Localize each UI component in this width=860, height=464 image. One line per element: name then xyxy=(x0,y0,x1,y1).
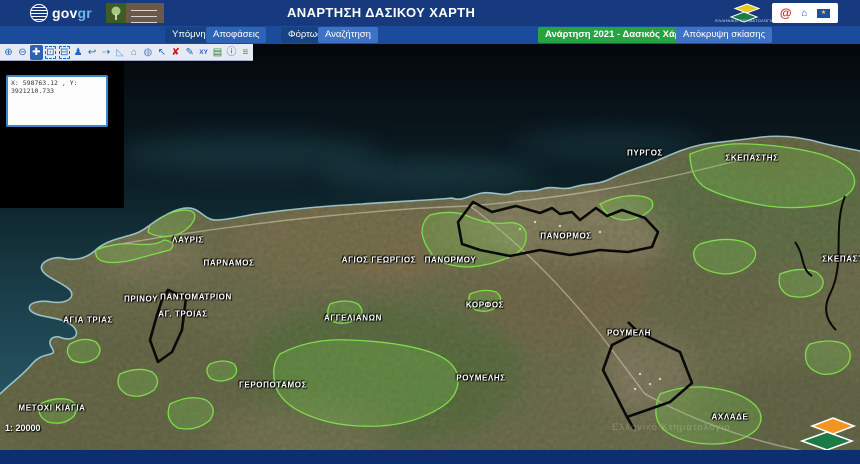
search-button[interactable]: Αναζήτηση xyxy=(318,27,378,43)
map-label: ΑΓΙΟΣ ΓΕΩΡΓΙΟΣ ΠΑΝΟΡΜΟΥ xyxy=(342,256,477,265)
measure-area-icon[interactable]: ◺ xyxy=(114,45,127,60)
greek-emblem-icon xyxy=(30,4,48,22)
tree-icon xyxy=(106,3,126,23)
layers-icon[interactable]: ≡ xyxy=(239,45,252,60)
map-label: ΣΚΕΠΑΣΤΗΣ xyxy=(725,154,778,163)
map-label: ΓΕΡΟΠΟΤΑΜΟΣ xyxy=(239,381,307,390)
zoom-out-icon[interactable]: ⊖ xyxy=(16,45,29,60)
menu-bar: Υπόμνημα Αποφάσεις Φόρτωση Αναζήτηση Ανά… xyxy=(0,26,860,44)
eu-flag-icon: ★ xyxy=(817,9,830,18)
map-label: ΠΥΡΓΟΣ xyxy=(627,149,663,158)
draw-coordinates-icon[interactable]: ✎ xyxy=(183,45,196,60)
xy-coordinates-icon[interactable]: XY xyxy=(197,45,210,60)
info-icon[interactable]: ⓘ xyxy=(225,45,238,60)
pan-icon[interactable]: ✚ xyxy=(30,45,43,60)
identify-icon[interactable]: ♟ xyxy=(72,45,85,60)
bottom-status-bar xyxy=(0,450,860,464)
at-sign-logo-icon: @ xyxy=(780,6,792,20)
map-label: ΡΟΥΜΕΛΗ xyxy=(607,329,651,338)
map-toolbar: ⊕⊖✚⊡⊟♟↩⇢◺⌂◍↖✘✎XY▤ⓘ≡ xyxy=(0,44,253,61)
map-label: ΑΧΛΑΔΕ xyxy=(712,413,749,422)
cursor-coordinates: X: 598763.12 , Y: 3921210.733 xyxy=(8,77,106,97)
coordinates-panel[interactable]: X: 598763.12 , Y: 3921210.733 xyxy=(6,75,108,127)
cadastre-logo xyxy=(800,416,858,450)
map-label: ΠΑΡΝΑΜΟΣ xyxy=(204,259,255,268)
zoom-window-in-icon[interactable]: ⊡ xyxy=(44,45,57,60)
ministry-text-block xyxy=(126,3,164,23)
map-watermark: Ελληνικό Κτηματολόγιο xyxy=(612,422,731,433)
forest-map-app: ΠΥΡΓΟΣ ΣΚΕΠΑΣΤΗΣ ΠΑΝΟΡΜΟΣ ΛΑΥΡΙΣ ΠΑΡΝΑΜΟΣ ΑΓΙ… xyxy=(0,0,860,464)
map-label: ΠΑΝΟΡΜΟΣ xyxy=(540,232,591,241)
map-label: ΜΕΤΟΧΙ ΚΙΑΓΙΑ xyxy=(18,404,85,413)
forestry-ministry-logo xyxy=(106,3,164,23)
hide-shading-button[interactable]: Απόκρυψη σκίασης xyxy=(676,27,772,43)
map-label: ΣΚΕΠΑΣΤΗ xyxy=(822,255,860,264)
delete-selection-icon[interactable]: ✘ xyxy=(169,45,182,60)
buffer-polygon-icon[interactable]: ◍ xyxy=(141,45,154,60)
scale-indicator: 1: 20000 xyxy=(5,423,41,433)
map-label: ΠΡΙΝΟΥ xyxy=(124,295,158,304)
map-canvas[interactable] xyxy=(0,44,860,450)
map-label: ΚΟΡΦΟΣ xyxy=(466,301,504,310)
app-header: govgr ΑΝΑΡΤΗΣΗ ΔΑΣΙΚΟΥ ΧΑΡΤΗ ΕΛΛΗΝΙΚΟ ΚΤ… xyxy=(0,0,860,26)
institution-logo-icon: ⌂ xyxy=(801,8,807,19)
map-label: ΛΑΥΡΙΣ xyxy=(172,236,204,245)
print-screen-icon[interactable]: ▤ xyxy=(211,45,224,60)
map-label: ΑΓΓΕΛΙΑΝΩΝ xyxy=(324,314,382,323)
map-label: ΡΟΥΜΕΛΗΣ xyxy=(456,374,505,383)
govgr-logo: govgr xyxy=(30,3,92,23)
partner-logos: @ ⌂ ★ xyxy=(772,3,838,23)
select-feature-icon[interactable]: ↖ xyxy=(155,45,168,60)
previous-extent-icon[interactable]: ↩ xyxy=(86,45,99,60)
zoom-in-icon[interactable]: ⊕ xyxy=(2,45,15,60)
decisions-button[interactable]: Αποφάσεις xyxy=(206,27,266,43)
map-label: ΠΑΝΤΟΜΑΤΡΙΟΝ xyxy=(160,293,232,302)
zoom-window-out-icon[interactable]: ⊟ xyxy=(58,45,71,60)
map-viewport: ΠΥΡΓΟΣ ΣΚΕΠΑΣΤΗΣ ΠΑΝΟΡΜΟΣ ΛΑΥΡΙΣ ΠΑΡΝΑΜΟΣ ΑΓΙ… xyxy=(0,44,860,450)
govgr-wordmark: govgr xyxy=(52,5,92,21)
page-title: ΑΝΑΡΤΗΣΗ ΔΑΣΙΚΟΥ ΧΑΡΤΗ xyxy=(287,5,475,20)
draw-polygon-icon[interactable]: ⌂ xyxy=(127,45,140,60)
map-label: ΑΓΙΑ ΤΡΙΑΣ xyxy=(63,316,113,325)
measure-distance-icon[interactable]: ⇢ xyxy=(100,45,113,60)
map-label: ΑΓ. ΤΡΟΙΑΣ xyxy=(158,310,207,319)
